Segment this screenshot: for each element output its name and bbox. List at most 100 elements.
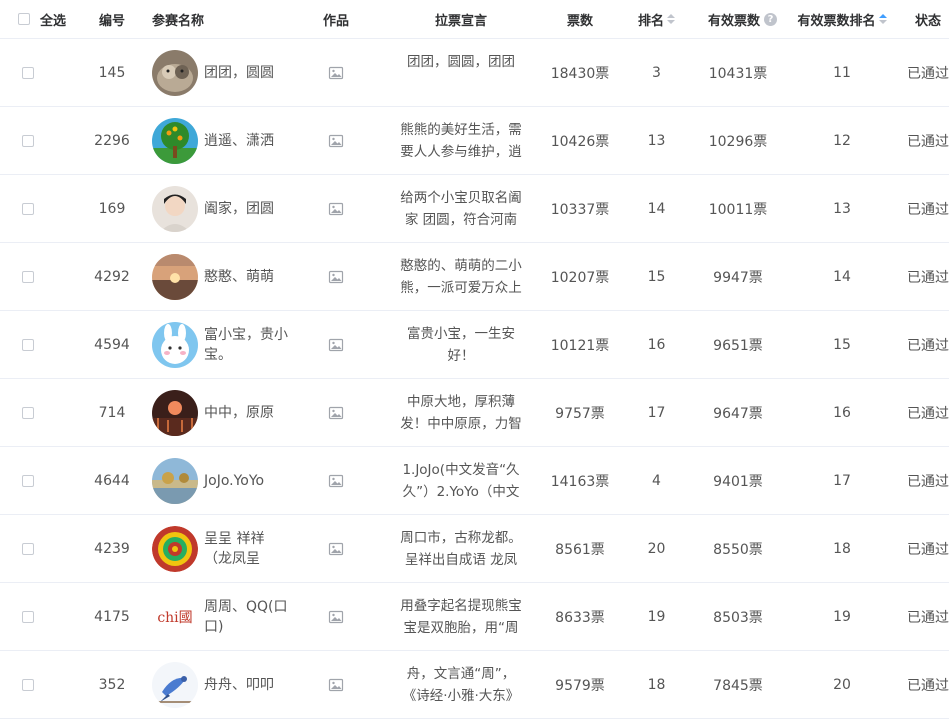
- row-select-cell[interactable]: [0, 311, 78, 378]
- row-select-cell[interactable]: [0, 175, 78, 242]
- image-icon: [328, 610, 344, 623]
- header-status: 状态: [914, 13, 941, 29]
- row-work-cell[interactable]: [296, 243, 376, 310]
- row-work-cell[interactable]: [296, 379, 376, 446]
- row-valid-votes: 8503票: [713, 609, 763, 626]
- row-select-cell[interactable]: [0, 651, 78, 718]
- sort-icon[interactable]: [667, 14, 675, 24]
- table-row[interactable]: 714 中中，原原 中原大地，厚积薄发！中中原原，力智 9757票 17 964…: [0, 379, 949, 447]
- row-name-cell: 呈呈 祥祥 （龙凤呈: [146, 515, 296, 582]
- row-checkbox[interactable]: [22, 270, 34, 283]
- row-select-cell[interactable]: [0, 107, 78, 174]
- select-all-checkbox[interactable]: [18, 13, 30, 25]
- row-rank: 19: [647, 608, 666, 625]
- help-icon[interactable]: ?: [764, 12, 777, 26]
- row-valid-rank: 20: [833, 676, 851, 693]
- avatar: [152, 389, 198, 436]
- image-icon: [328, 474, 344, 487]
- row-valid-votes: 7845票: [713, 677, 763, 694]
- image-icon: [328, 202, 344, 215]
- row-work-cell[interactable]: [296, 39, 376, 106]
- row-valid-rank: 18: [833, 540, 851, 557]
- table-row[interactable]: 4175 chi國 周周、QQ(口口) 用叠字起名提现熊宝宝是双胞胎，用“周 8…: [0, 583, 949, 651]
- row-name: 憨憨、萌萌: [204, 268, 274, 285]
- row-votes: 18430票: [550, 65, 610, 82]
- row-valid-rank: 12: [833, 132, 851, 149]
- table-row[interactable]: 2296 逍遥、潇洒 熊熊的美好生活，需要人人参与维护，逍 10426票 13 …: [0, 107, 949, 175]
- avatar: [152, 661, 198, 708]
- row-rank: 15: [647, 268, 666, 285]
- table-row[interactable]: 4594 富小宝，贵小宝。 富贵小宝，一生安好！ 10121票 16 9651票…: [0, 311, 949, 379]
- header-valid-rank[interactable]: 有效票数排名: [777, 0, 907, 38]
- row-work-cell[interactable]: [296, 515, 376, 582]
- avatar: [152, 253, 198, 300]
- row-slogan: 熊熊的美好生活，需要人人参与维护，逍: [400, 121, 522, 160]
- row-rank: 4: [652, 472, 661, 489]
- row-valid-rank: 16: [833, 404, 851, 421]
- row-number: 2296: [94, 132, 130, 149]
- row-name: 呈呈 祥祥 （龙凤呈: [204, 530, 265, 567]
- row-work-cell[interactable]: [296, 651, 376, 718]
- row-number: 145: [98, 64, 126, 81]
- row-status: 已通过: [907, 337, 949, 354]
- row-rank: 16: [647, 336, 666, 353]
- row-valid-votes: 9947票: [713, 269, 763, 286]
- row-name-cell: 富小宝，贵小宝。: [146, 311, 296, 378]
- header-rank[interactable]: 排名: [614, 0, 699, 38]
- row-valid-votes: 8550票: [713, 541, 763, 558]
- row-select-cell[interactable]: [0, 447, 78, 514]
- row-status: 已通过: [907, 201, 949, 218]
- row-work-cell[interactable]: [296, 107, 376, 174]
- avatar: [152, 525, 198, 572]
- header-slogan: 拉票宣言: [434, 13, 487, 29]
- row-checkbox[interactable]: [22, 678, 34, 691]
- row-valid-rank: 13: [833, 200, 851, 217]
- row-checkbox[interactable]: [22, 202, 34, 215]
- row-checkbox[interactable]: [22, 474, 34, 487]
- row-name-cell: 团团，圆圆: [146, 39, 296, 106]
- china-logo-text: chi國: [157, 609, 193, 626]
- select-all-cell[interactable]: 全选: [0, 0, 78, 38]
- image-icon: [328, 338, 344, 351]
- row-valid-votes: 10296票: [708, 133, 768, 150]
- row-select-cell[interactable]: [0, 583, 78, 650]
- row-select-cell[interactable]: [0, 39, 78, 106]
- row-name: 中中，原原: [204, 404, 274, 421]
- avatar: [152, 49, 198, 96]
- row-slogan-cell: 憨憨的、萌萌的二小熊，一派可爱万众上: [376, 243, 546, 310]
- table-row[interactable]: 352 舟舟、叩叩 舟，文言通“周”，《诗经·小雅·大东》 9579票 18 7…: [0, 651, 949, 719]
- row-checkbox[interactable]: [22, 66, 34, 79]
- row-work-cell[interactable]: [296, 311, 376, 378]
- row-status: 已通过: [907, 269, 949, 286]
- row-work-cell[interactable]: [296, 447, 376, 514]
- row-checkbox[interactable]: [22, 406, 34, 419]
- sort-icon[interactable]: [878, 14, 887, 24]
- row-checkbox[interactable]: [22, 134, 34, 147]
- row-status: 已通过: [907, 473, 949, 490]
- row-checkbox[interactable]: [22, 338, 34, 351]
- image-icon: [328, 542, 344, 555]
- table-row[interactable]: 145 团团，圆圆 团团，圆圆，团团 18430票 3 10431票 11 已通…: [0, 39, 949, 107]
- row-rank: 20: [647, 540, 666, 557]
- row-work-cell[interactable]: [296, 583, 376, 650]
- row-slogan-cell: 熊熊的美好生活，需要人人参与维护，逍: [376, 107, 546, 174]
- row-select-cell[interactable]: [0, 243, 78, 310]
- avatar: chi國: [152, 594, 198, 640]
- table-row[interactable]: 4644 JoJo.YoYo 1.JoJo(中文发音“久久”）2.YoYo（中文…: [0, 447, 949, 515]
- avatar: [152, 117, 198, 164]
- row-checkbox[interactable]: [22, 542, 34, 555]
- table-row[interactable]: 4292 憨憨、萌萌 憨憨的、萌萌的二小熊，一派可爱万众上 10207票 15 …: [0, 243, 949, 311]
- row-status: 已通过: [907, 65, 949, 82]
- table-row[interactable]: 4239 呈呈 祥祥 （龙凤呈 周口市，古称龙都。呈祥出自成语 龙凤 8561票…: [0, 515, 949, 583]
- row-select-cell[interactable]: [0, 515, 78, 582]
- row-slogan: 1.JoJo(中文发音“久久”）2.YoYo（中文: [402, 461, 520, 500]
- row-checkbox[interactable]: [22, 610, 34, 623]
- row-valid-rank: 14: [833, 268, 851, 285]
- row-select-cell[interactable]: [0, 379, 78, 446]
- row-slogan: 中原大地，厚积薄发！中中原原，力智: [400, 393, 522, 432]
- row-number: 4292: [94, 268, 130, 285]
- row-work-cell[interactable]: [296, 175, 376, 242]
- row-status: 已通过: [907, 405, 949, 422]
- table-row[interactable]: 169 阖家，团圆 给两个小宝贝取名阖家 团圆，符合河南 10337票 14 1…: [0, 175, 949, 243]
- row-name-cell: JoJo.YoYo: [146, 447, 296, 514]
